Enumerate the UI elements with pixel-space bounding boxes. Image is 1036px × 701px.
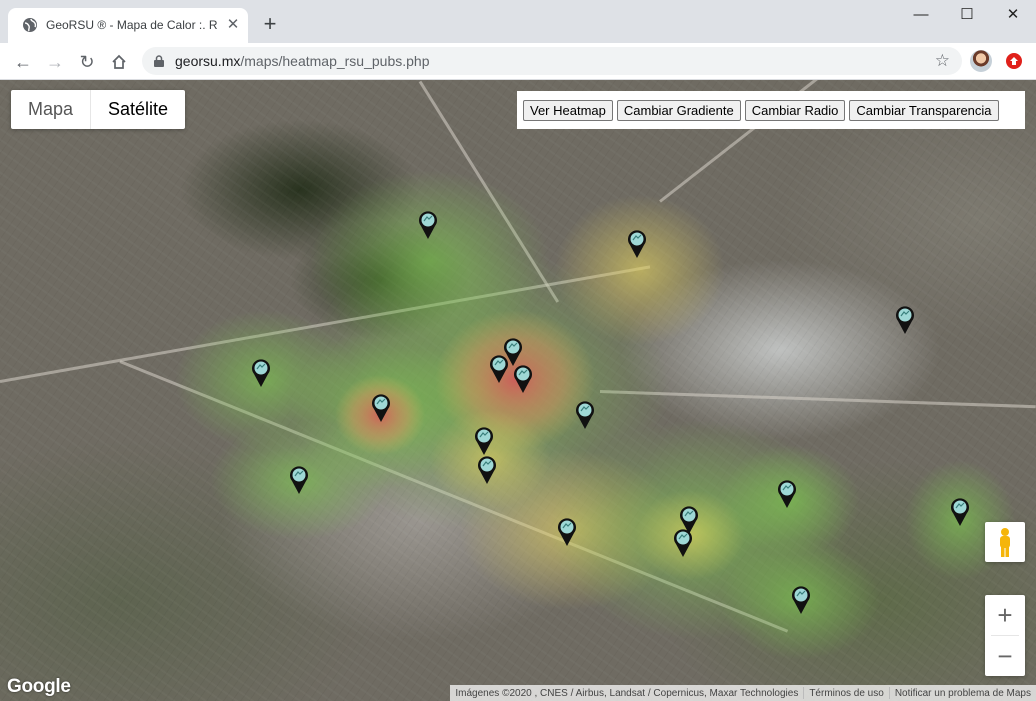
collection-point-marker[interactable] xyxy=(513,364,533,394)
collection-point-marker[interactable] xyxy=(575,400,595,430)
heatmap-controls: Ver Heatmap Cambiar Gradiente Cambiar Ra… xyxy=(517,91,1025,129)
collection-point-marker[interactable] xyxy=(371,393,391,423)
collection-point-marker[interactable] xyxy=(627,229,647,259)
collection-point-marker[interactable] xyxy=(477,455,497,485)
lock-icon xyxy=(154,55,164,67)
tab-title: GeoRSU ® - Mapa de Calor :. Re xyxy=(46,18,218,32)
collection-point-marker[interactable] xyxy=(673,528,693,558)
extension-icon[interactable] xyxy=(1006,53,1022,69)
back-icon[interactable]: ← xyxy=(10,49,36,75)
avatar[interactable] xyxy=(970,50,992,72)
browser-toolbar: ← → ↻ georsu.mx/maps/heatmap_rsu_pubs.ph… xyxy=(0,43,1036,80)
toggle-heatmap-button[interactable]: Ver Heatmap xyxy=(523,100,613,121)
imagery-credits: Imágenes ©2020 , CNES / Airbus, Landsat … xyxy=(455,687,799,699)
minimize-button[interactable]: — xyxy=(898,0,944,30)
collection-point-marker[interactable] xyxy=(474,426,494,456)
maximize-button[interactable]: ☐ xyxy=(944,0,990,30)
address-bar[interactable]: georsu.mx/maps/heatmap_rsu_pubs.php ☆ xyxy=(142,47,962,75)
close-icon[interactable]: ✕ xyxy=(224,16,242,34)
report-problem-link[interactable]: Notificar un problema de Maps xyxy=(890,688,1036,699)
collection-point-marker[interactable] xyxy=(557,517,577,547)
browser-tab[interactable]: GeoRSU ® - Mapa de Calor :. Re ✕ xyxy=(8,8,248,43)
map-type-control: Mapa Satélite xyxy=(11,90,186,129)
star-icon[interactable]: ☆ xyxy=(935,51,950,71)
new-tab-button[interactable]: + xyxy=(258,13,282,37)
change-opacity-button[interactable]: Cambiar Transparencia xyxy=(849,100,999,121)
home-icon[interactable] xyxy=(106,49,132,75)
map-type-satellite-button[interactable]: Satélite xyxy=(90,90,185,129)
collection-point-marker[interactable] xyxy=(895,305,915,335)
google-logo: Google xyxy=(7,676,71,697)
collection-point-marker[interactable] xyxy=(950,497,970,527)
collection-point-marker[interactable] xyxy=(777,479,797,509)
close-window-button[interactable]: ✕ xyxy=(990,0,1036,30)
collection-point-marker[interactable] xyxy=(418,210,438,240)
pegman-button[interactable] xyxy=(985,522,1025,562)
map-type-map-button[interactable]: Mapa xyxy=(11,90,90,129)
zoom-out-button[interactable]: − xyxy=(985,636,1025,676)
collection-point-marker[interactable] xyxy=(791,585,811,615)
url-text: georsu.mx/maps/heatmap_rsu_pubs.php xyxy=(175,53,430,69)
collection-point-marker[interactable] xyxy=(251,358,271,388)
globe-icon xyxy=(23,18,37,32)
collection-point-marker[interactable] xyxy=(489,354,509,384)
map-attribution: Imágenes ©2020 , CNES / Airbus, Landsat … xyxy=(450,685,1036,701)
zoom-control: + − xyxy=(985,595,1025,676)
zoom-in-button[interactable]: + xyxy=(985,595,1025,635)
tab-strip: GeoRSU ® - Mapa de Calor :. Re ✕ + — ☐ ✕ xyxy=(0,0,1036,43)
change-radius-button[interactable]: Cambiar Radio xyxy=(744,100,846,121)
change-gradient-button[interactable]: Cambiar Gradiente xyxy=(616,100,741,121)
forward-icon[interactable]: → xyxy=(42,49,68,75)
map-canvas[interactable]: Mapa Satélite Ver Heatmap Cambiar Gradie… xyxy=(0,80,1036,701)
terms-link[interactable]: Términos de uso xyxy=(804,688,888,699)
reload-icon[interactable]: ↻ xyxy=(74,49,100,75)
pegman-icon xyxy=(1000,528,1010,557)
collection-point-marker[interactable] xyxy=(289,465,309,495)
